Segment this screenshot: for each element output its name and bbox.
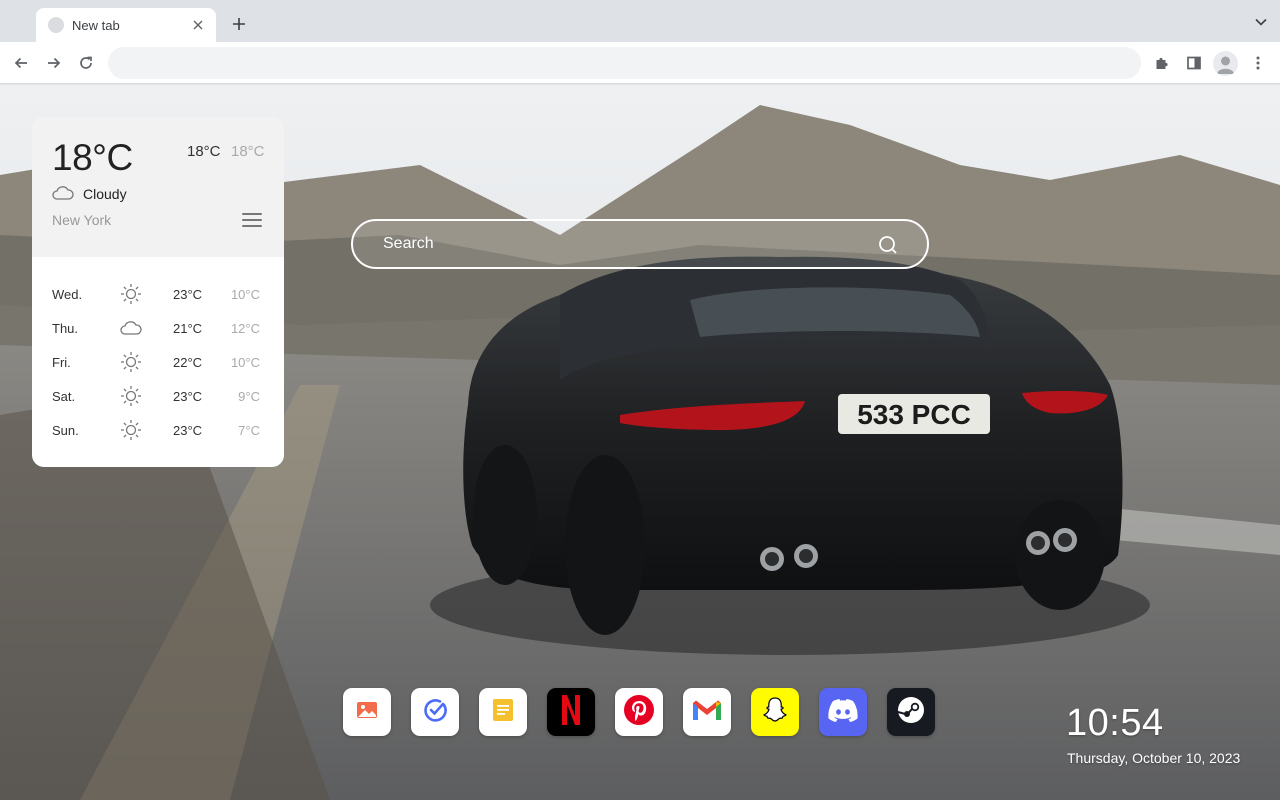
forecast-day: Fri. [52, 355, 71, 370]
tab-strip: New tab [0, 0, 1280, 42]
app-dock [343, 688, 935, 736]
forecast-low: 7°C [238, 423, 260, 438]
sun-icon [120, 419, 142, 441]
weather-current: 18°C 18°C 18°C Cloudy New York [32, 117, 284, 257]
forecast-high: 23°C [173, 423, 203, 438]
gmail-logo-icon [691, 698, 723, 727]
forecast-row: Thu. 21°C 12°C [32, 311, 284, 345]
current-low: 18°C [231, 143, 265, 160]
back-arrow-icon[interactable] [11, 53, 31, 73]
netflix-logo-icon [560, 694, 582, 731]
forecast-day: Sat. [52, 389, 76, 404]
forecast-day: Wed. [52, 287, 83, 302]
browser-toolbar [0, 42, 1280, 84]
menu-icon[interactable] [242, 213, 262, 229]
app-netflix[interactable] [547, 688, 595, 736]
forecast-high: 23°C [173, 287, 203, 302]
search-input[interactable] [353, 221, 927, 267]
steam-logo-icon [896, 695, 926, 730]
current-temperature: 18°C [52, 137, 133, 178]
forecast-high: 21°C [173, 321, 203, 336]
forecast-day: Sun. [52, 423, 79, 438]
weather-city: New York [52, 212, 112, 228]
discord-logo-icon [827, 698, 859, 727]
weather-forecast: Wed. 23°C 10°C Thu. 21°C 12°C Fri. 22°C … [32, 277, 284, 447]
reload-icon[interactable] [76, 53, 96, 73]
weather-widget[interactable]: 18°C 18°C 18°C Cloudy New York Wed. 23°C… [32, 117, 284, 467]
notes-icon [492, 698, 514, 727]
cloud-icon [120, 317, 142, 339]
search-icon[interactable] [878, 235, 898, 255]
forecast-row: Sat. 23°C 9°C [32, 379, 284, 413]
address-input[interactable] [108, 47, 1141, 79]
license-plate-text: 533 PCC [857, 399, 971, 430]
sun-icon [120, 385, 142, 407]
forecast-day: Thu. [52, 321, 79, 336]
app-photos[interactable] [343, 688, 391, 736]
forecast-row: Sun. 23°C 7°C [32, 413, 284, 447]
extensions-puzzle-icon[interactable] [1152, 53, 1172, 73]
close-icon[interactable] [190, 17, 206, 33]
forward-arrow-icon[interactable] [44, 53, 64, 73]
tab-favicon [48, 17, 64, 33]
sun-icon [120, 283, 142, 305]
forecast-high: 22°C [173, 355, 203, 370]
clock-date: Thursday, October 10, 2023 [1067, 750, 1241, 766]
profile-avatar-icon[interactable] [1213, 51, 1238, 76]
app-steam[interactable] [887, 688, 935, 736]
address-bar[interactable] [108, 47, 1141, 79]
forecast-row: Fri. 22°C 10°C [32, 345, 284, 379]
app-notes[interactable] [479, 688, 527, 736]
tab-new-tab[interactable]: New tab [36, 8, 216, 42]
more-vert-icon[interactable] [1248, 53, 1268, 73]
sun-icon [120, 351, 142, 373]
pinterest-logo-icon [623, 694, 655, 731]
clock-time: 10:54 [1066, 702, 1164, 744]
chevron-down-icon[interactable] [1254, 15, 1268, 29]
forecast-row: Wed. 23°C 10°C [32, 277, 284, 311]
app-gmail[interactable] [683, 688, 731, 736]
app-pinterest[interactable] [615, 688, 663, 736]
forecast-low: 10°C [230, 355, 260, 370]
app-snapchat[interactable] [751, 688, 799, 736]
forecast-low: 12°C [230, 321, 260, 336]
tasks-check-icon [422, 697, 448, 728]
cloud-icon [52, 185, 74, 201]
side-panel-icon[interactable] [1184, 53, 1204, 73]
forecast-low: 10°C [230, 287, 260, 302]
tab-title: New tab [72, 17, 120, 33]
current-high: 18°C [187, 143, 221, 160]
app-discord[interactable] [819, 688, 867, 736]
app-tasks[interactable] [411, 688, 459, 736]
forecast-high: 23°C [173, 389, 203, 404]
web-search-box[interactable] [351, 219, 929, 269]
snapchat-ghost-icon [760, 695, 790, 730]
weather-condition: Cloudy [83, 186, 127, 202]
photos-icon [355, 698, 379, 727]
plus-icon[interactable] [228, 13, 250, 35]
forecast-low: 9°C [238, 389, 260, 404]
